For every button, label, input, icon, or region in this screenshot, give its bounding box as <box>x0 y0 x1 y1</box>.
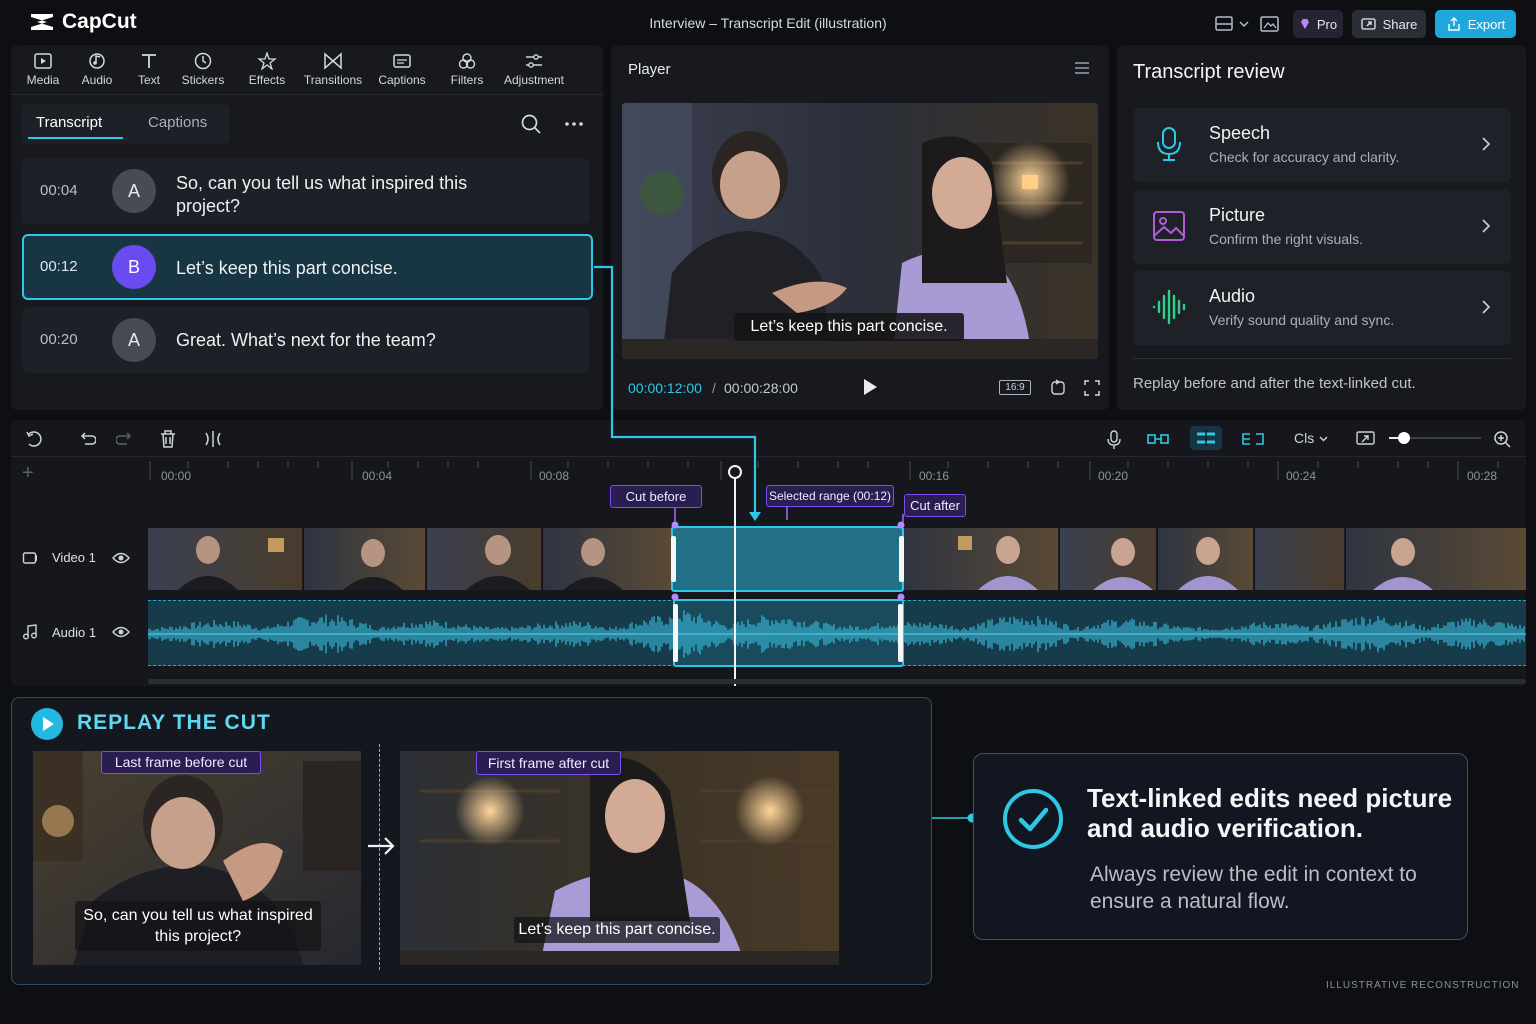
arrow-right-icon <box>366 834 396 858</box>
cut-after-label: Cut after <box>904 494 966 517</box>
playhead-handle[interactable] <box>728 465 742 479</box>
before-cut-label: Last frame before cut <box>101 751 261 774</box>
timeline-scrollbar[interactable] <box>148 679 1526 684</box>
info-headline: Text-linked edits need picture and audio… <box>1087 783 1453 843</box>
after-cut-caption: Let’s keep this part concise. <box>514 917 720 943</box>
selected-range-label: Selected range (00:12) <box>766 485 894 507</box>
info-body: Always review the edit in context to ens… <box>1090 863 1417 913</box>
after-cut-label: First frame after cut <box>476 751 621 775</box>
frame-before-cut[interactable]: So, can you tell us what inspired this p… <box>33 751 361 965</box>
frame-after-cut[interactable]: Let’s keep this part concise. <box>400 751 839 965</box>
check-circle-icon <box>1000 786 1066 852</box>
replay-play-icon[interactable] <box>31 708 63 740</box>
replay-title: REPLAY THE CUT <box>77 711 271 734</box>
footer-note: ILLUSTRATIVE RECONSTRUCTION <box>1326 980 1520 991</box>
playhead-line[interactable] <box>734 478 736 686</box>
before-cut-caption: So, can you tell us what inspired this p… <box>75 901 321 951</box>
cut-before-label: Cut before <box>610 485 702 508</box>
